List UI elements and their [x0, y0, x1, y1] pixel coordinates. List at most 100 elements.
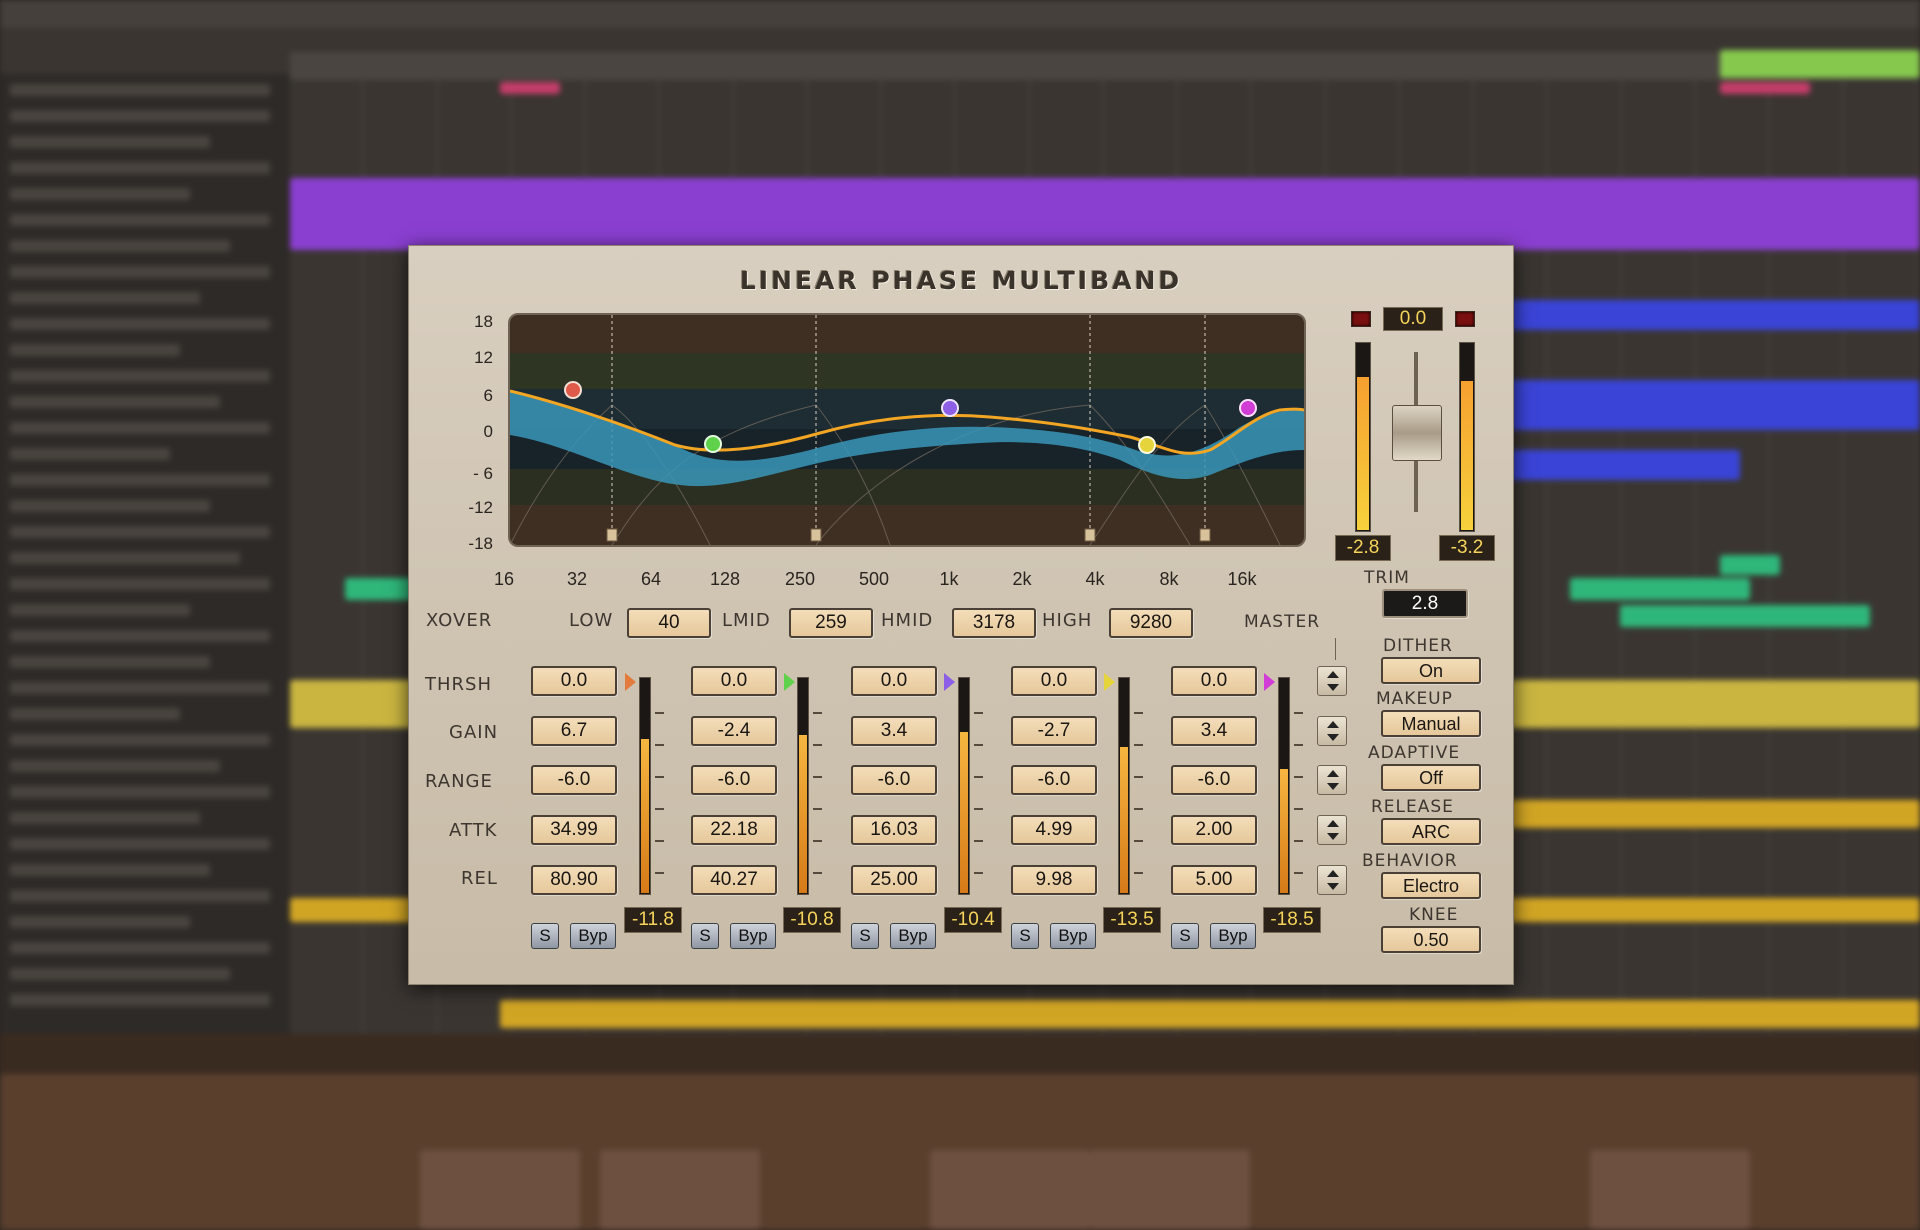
band-response-svg[interactable]	[510, 315, 1304, 545]
band-4-threshold-marker[interactable]	[1104, 673, 1115, 691]
band-1-gr-meter	[639, 677, 651, 895]
xover-handle-high[interactable]	[1199, 528, 1211, 542]
xover-handle-low[interactable]	[606, 528, 618, 542]
band-1-gain-field[interactable]: 6.7	[531, 716, 617, 746]
release-mode-select[interactable]: ARC	[1381, 818, 1481, 845]
track-header	[10, 942, 270, 954]
band-5-attack-field[interactable]: 2.00	[1171, 815, 1257, 845]
band-2-attack-field[interactable]: 22.18	[691, 815, 777, 845]
band-2-threshold-field[interactable]: 0.0	[691, 666, 777, 696]
band-4-handle[interactable]	[1138, 436, 1156, 454]
band-5-solo-button[interactable]: S	[1171, 923, 1199, 949]
band-3-solo-button[interactable]: S	[851, 923, 879, 949]
meter-tick	[974, 744, 983, 746]
trim-field[interactable]: 2.8	[1382, 589, 1468, 618]
clip	[1720, 555, 1780, 575]
behavior-select[interactable]: Electro	[1381, 872, 1481, 899]
band-1-release-field[interactable]: 80.90	[531, 865, 617, 895]
freq-scale-label: 8k	[1159, 569, 1179, 589]
band-1-handle[interactable]	[564, 381, 582, 399]
meter-tick	[1294, 776, 1303, 778]
daw-menubar	[0, 0, 1920, 29]
band-5-gr-readout: -18.5	[1263, 907, 1321, 933]
meter-tick	[1134, 840, 1143, 842]
band-3-range-field[interactable]: -6.0	[851, 765, 937, 795]
knee-field[interactable]: 0.50	[1381, 926, 1481, 953]
freq-scale-label: 16	[493, 569, 515, 589]
band-2-handle[interactable]	[704, 435, 722, 453]
band-5-handle[interactable]	[1239, 399, 1257, 417]
band-4-bypass-button[interactable]: Byp	[1050, 923, 1096, 949]
db-scale-label: -12	[468, 498, 493, 517]
track-header	[10, 578, 270, 590]
output-peak-readout[interactable]: 0.0	[1383, 307, 1443, 331]
xover-handle-lmid[interactable]	[810, 528, 822, 542]
band-2-bypass-button[interactable]: Byp	[730, 923, 776, 949]
adaptive-select[interactable]: Off	[1381, 764, 1481, 791]
band-3-gain-field[interactable]: 3.4	[851, 716, 937, 746]
band-5-release-field[interactable]: 5.00	[1171, 865, 1257, 895]
band-2-threshold-marker[interactable]	[784, 673, 795, 691]
band-4-gain-field[interactable]: -2.7	[1011, 716, 1097, 746]
band-3-handle[interactable]	[941, 399, 959, 417]
daw-track-list	[0, 74, 290, 1034]
release-mode-label: RELEASE	[1371, 797, 1454, 817]
band-1-attack-field[interactable]: 34.99	[531, 815, 617, 845]
left-clip-led[interactable]	[1351, 311, 1371, 327]
xover-lmid-label: LMID	[722, 610, 771, 631]
band-1-threshold-marker[interactable]	[625, 673, 636, 691]
band-3-bypass-button[interactable]: Byp	[890, 923, 936, 949]
band-1-solo-button[interactable]: S	[531, 923, 559, 949]
xover-hmid-field[interactable]: 3178	[952, 608, 1036, 638]
band-2-gr-meter	[797, 677, 809, 895]
band-4-attack-field[interactable]: 4.99	[1011, 815, 1097, 845]
track-header	[10, 890, 270, 902]
dither-select[interactable]: On	[1381, 657, 1481, 684]
band-5-bypass-button[interactable]: Byp	[1210, 923, 1256, 949]
master-range-spinner[interactable]	[1317, 765, 1347, 795]
master-threshold-spinner[interactable]	[1317, 666, 1347, 696]
band-1-gr-readout: -11.8	[624, 907, 682, 933]
band-2-release-field[interactable]: 40.27	[691, 865, 777, 895]
band-2-range-field[interactable]: -6.0	[691, 765, 777, 795]
band-5-gain-field[interactable]: 3.4	[1171, 716, 1257, 746]
clip	[1570, 578, 1750, 600]
band-response-graph[interactable]	[508, 313, 1306, 547]
band-4-threshold-field[interactable]: 0.0	[1011, 666, 1097, 696]
band-5-threshold-marker[interactable]	[1264, 673, 1275, 691]
right-clip-led[interactable]	[1455, 311, 1475, 327]
meter-tick	[1134, 744, 1143, 746]
band-2-solo-button[interactable]: S	[691, 923, 719, 949]
xover-handle-hmid[interactable]	[1084, 528, 1096, 542]
clip	[1500, 800, 1920, 828]
master-attack-spinner[interactable]	[1317, 815, 1347, 845]
band-3-threshold-marker[interactable]	[944, 673, 955, 691]
track-header	[10, 812, 200, 824]
makeup-select[interactable]: Manual	[1381, 710, 1481, 737]
band-3-release-field[interactable]: 25.00	[851, 865, 937, 895]
band-4-release-field[interactable]: 9.98	[1011, 865, 1097, 895]
band-1-threshold-field[interactable]: 0.0	[531, 666, 617, 696]
band-4-solo-button[interactable]: S	[1011, 923, 1039, 949]
master-release-spinner[interactable]	[1317, 865, 1347, 895]
band-4-range-field[interactable]: -6.0	[1011, 765, 1097, 795]
master-gain-spinner[interactable]	[1317, 716, 1347, 746]
band-2-gain-field[interactable]: -2.4	[691, 716, 777, 746]
band-1-range-field[interactable]: -6.0	[531, 765, 617, 795]
band-3-threshold-field[interactable]: 0.0	[851, 666, 937, 696]
xover-low-field[interactable]: 40	[627, 608, 711, 638]
track-header	[10, 370, 270, 382]
clip	[1620, 605, 1870, 627]
band-1-bypass-button[interactable]: Byp	[570, 923, 616, 949]
band-5-gr-meter	[1278, 677, 1290, 895]
xover-lmid-field[interactable]: 259	[789, 608, 873, 638]
xover-high-field[interactable]: 9280	[1109, 608, 1193, 638]
band-3-attack-field[interactable]: 16.03	[851, 815, 937, 845]
output-right-readout: -3.2	[1439, 535, 1495, 561]
track-header	[10, 188, 190, 200]
row-label-attk: ATTK	[449, 820, 498, 841]
output-fader-knob[interactable]	[1392, 405, 1442, 461]
band-5-threshold-field[interactable]: 0.0	[1171, 666, 1257, 696]
band-5-range-field[interactable]: -6.0	[1171, 765, 1257, 795]
xover-label: XOVER	[426, 610, 493, 631]
